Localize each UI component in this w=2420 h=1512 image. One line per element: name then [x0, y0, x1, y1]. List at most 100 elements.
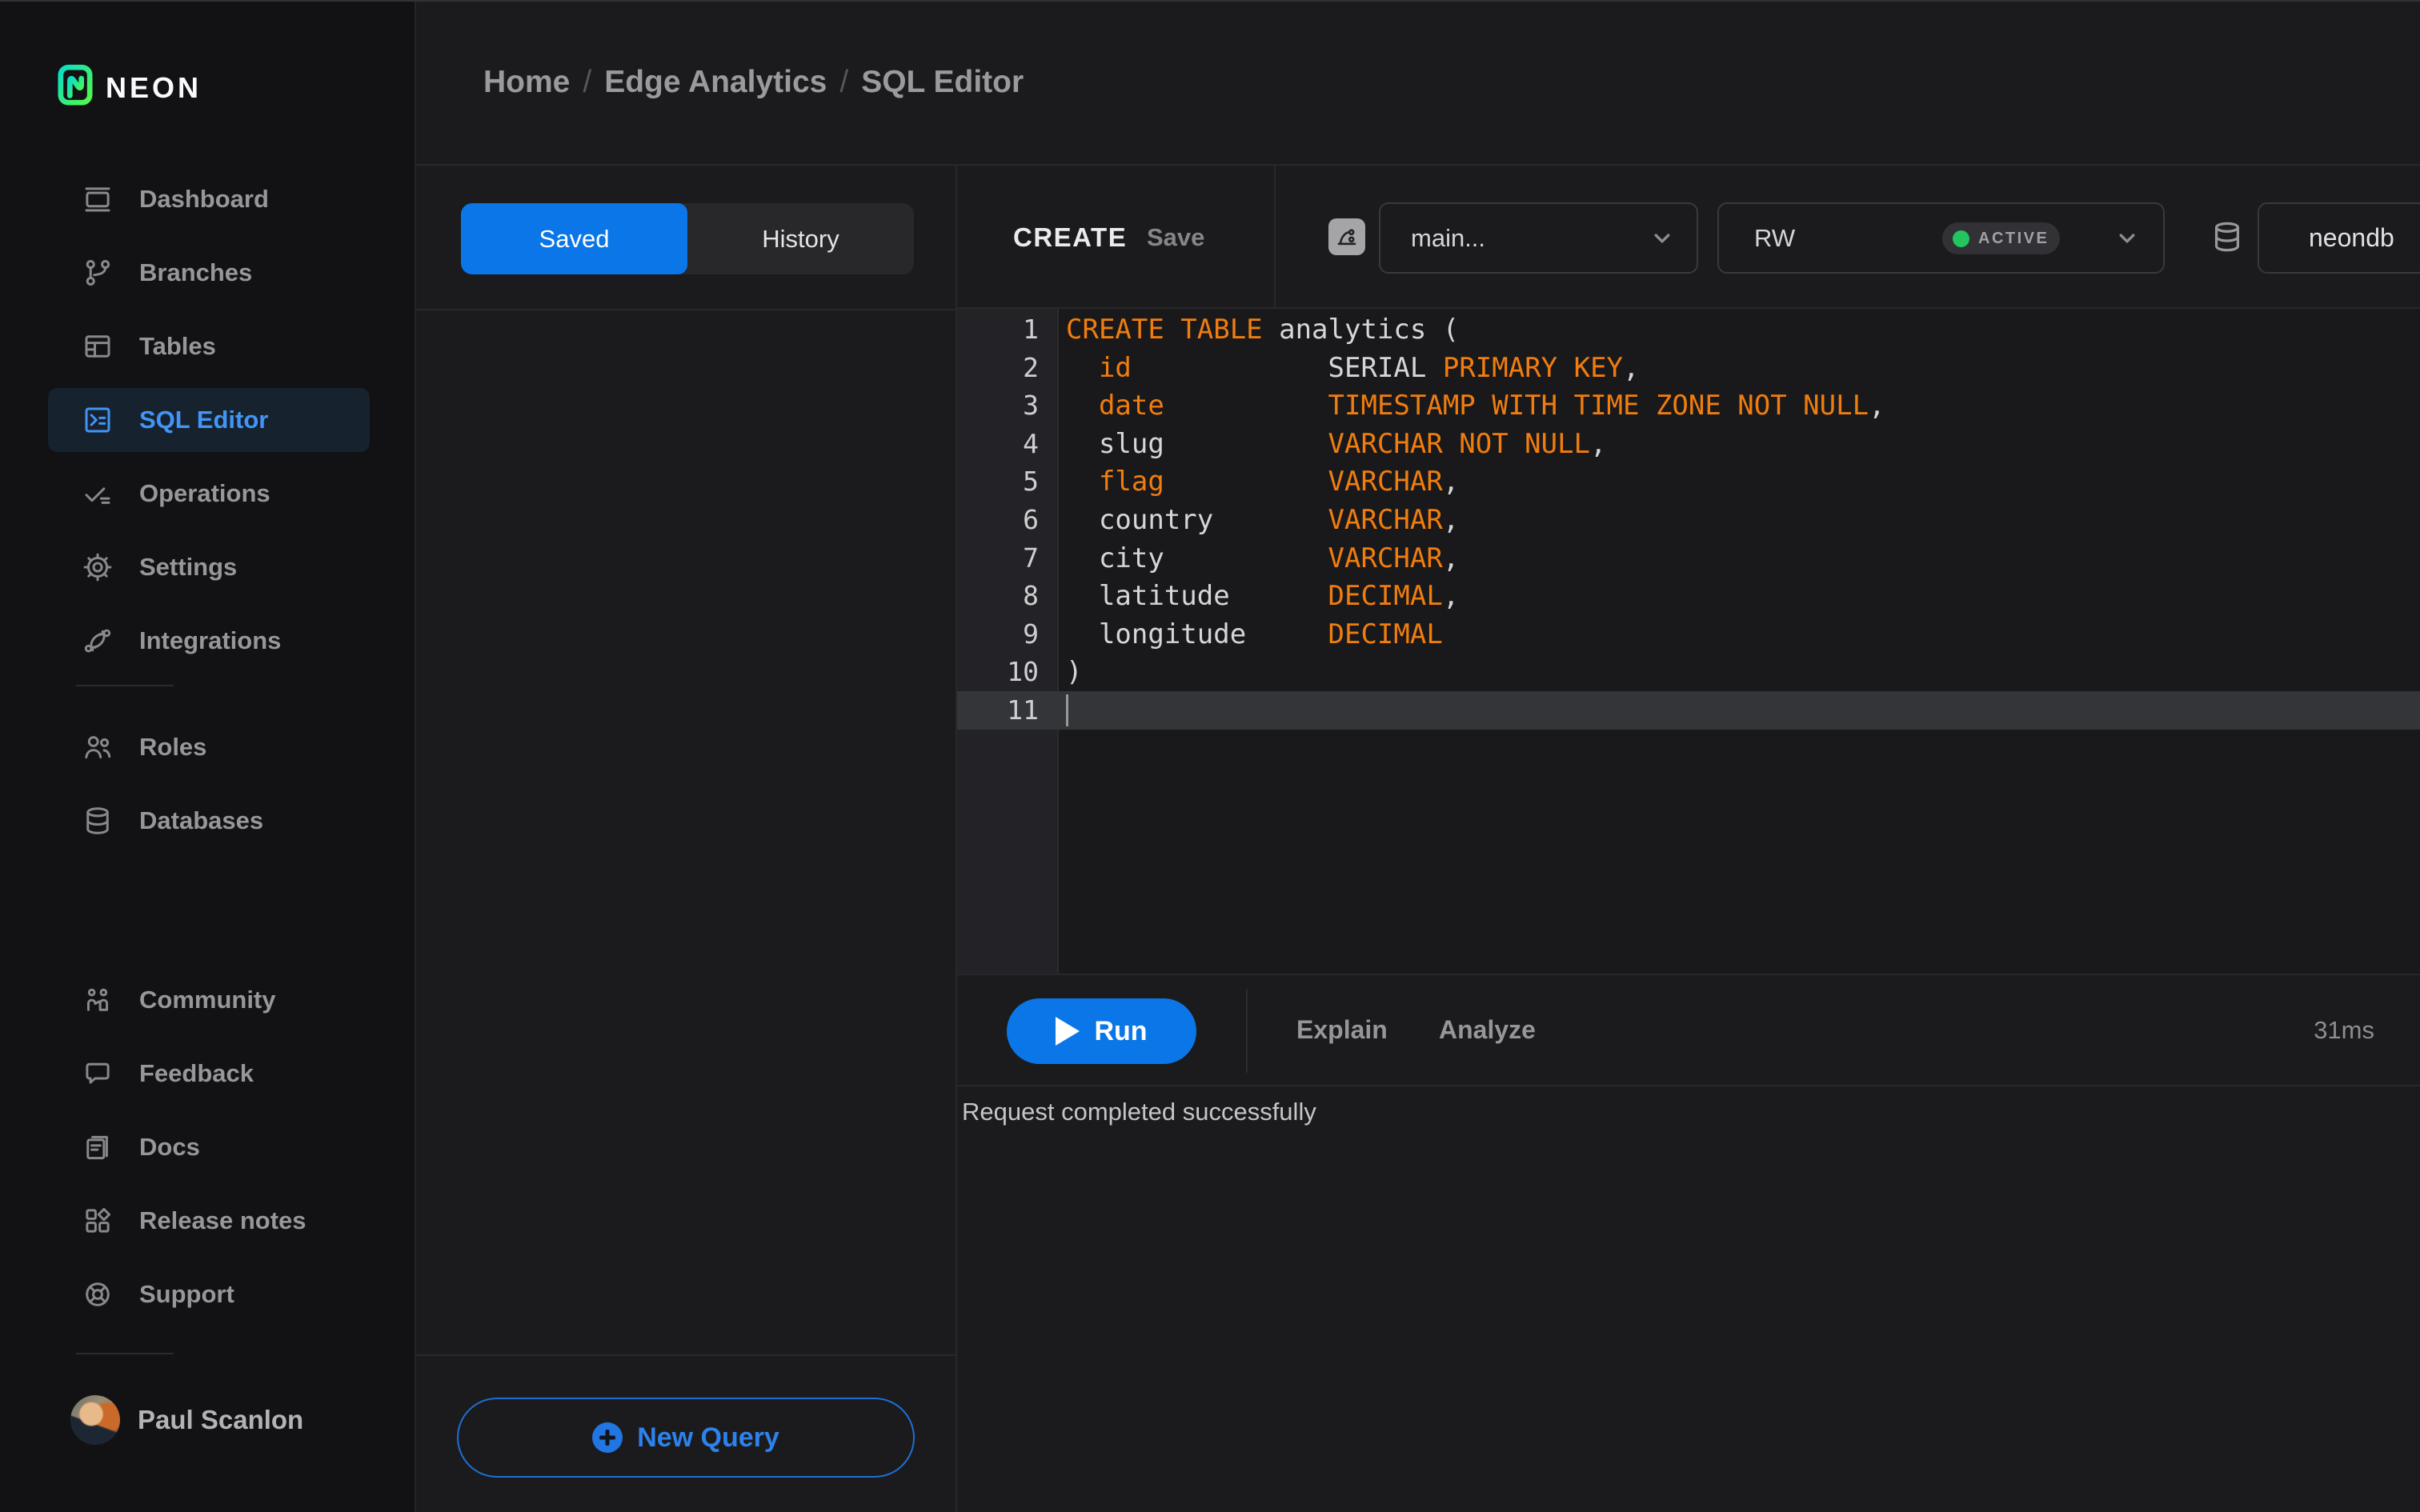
- sidebar-item-feedback[interactable]: Feedback: [48, 1042, 370, 1106]
- header: Home / Edge Analytics / SQL Editor: [416, 0, 2420, 166]
- queries-panel: Saved History New Query: [416, 166, 957, 1512]
- sidebar-item-label: Release notes: [139, 1206, 307, 1234]
- new-query-label: New Query: [637, 1422, 779, 1453]
- sidebar-item-tables[interactable]: Tables: [48, 314, 370, 378]
- sidebar-nav-db: Roles Databases: [48, 715, 370, 862]
- code-text: id SERIAL PRIMARY KEY,: [1098, 351, 1640, 384]
- active-status-label: ACTIVE: [1978, 229, 2049, 247]
- analyze-button[interactable]: Analyze: [1439, 975, 1536, 1085]
- code-text: country VARCHAR,: [1066, 504, 1460, 536]
- check-list-icon: [80, 476, 115, 511]
- line-number: 7: [1023, 542, 1039, 574]
- breadcrumb-project[interactable]: Edge Analytics: [604, 65, 827, 100]
- sidebar-item-dashboard[interactable]: Dashboard: [48, 167, 370, 231]
- sidebar-nav-main: Dashboard Branches Tables SQL Editor Operati…: [48, 167, 370, 682]
- queries-tabs-row: Saved History: [416, 166, 956, 310]
- sidebar-divider: [76, 1353, 174, 1354]
- new-query-button[interactable]: New Query: [457, 1398, 915, 1478]
- save-button[interactable]: Save: [1147, 166, 1204, 309]
- sidebar-item-sql-editor[interactable]: SQL Editor: [48, 388, 370, 452]
- line-number: 1: [1023, 314, 1039, 345]
- code-text: date TIMESTAMP WITH TIME ZONE NOT NULL,: [1098, 390, 1885, 422]
- compute-status-badge: ACTIVE: [1942, 222, 2060, 254]
- saved-queries-list: [416, 310, 956, 1356]
- query-duration: 31ms: [2314, 1015, 2374, 1044]
- code-line-1: 1 CREATE TABLE analytics (: [957, 310, 2420, 349]
- database-select-value: neondb: [2309, 223, 2394, 252]
- sidebar-item-release-notes[interactable]: Release notes: [48, 1189, 370, 1253]
- sidebar-item-community[interactable]: Community: [48, 968, 370, 1032]
- sidebar-item-settings[interactable]: Settings: [48, 535, 370, 599]
- code-editor[interactable]: 1 CREATE TABLE analytics (2 id SERIAL PRI…: [957, 309, 2420, 974]
- sidebar-item-docs[interactable]: Docs: [48, 1115, 370, 1179]
- sidebar-item-roles[interactable]: Roles: [48, 715, 370, 779]
- run-label: Run: [1094, 1015, 1148, 1046]
- compute-select[interactable]: RW ACTIVE: [1717, 202, 2165, 274]
- run-bar: Run Explain Analyze 31ms: [957, 974, 2420, 1086]
- tab-history[interactable]: History: [687, 203, 914, 274]
- run-bar-divider: [1246, 989, 1248, 1073]
- sidebar-item-databases[interactable]: Databases: [48, 789, 370, 853]
- chevron-down-icon: [2113, 225, 2141, 252]
- speech-bubble-icon: [80, 1056, 115, 1091]
- toolbar-divider: [1274, 166, 1276, 307]
- sidebar-item-operations[interactable]: Operations: [48, 462, 370, 526]
- editor-toolbar: CREATE Save main... RW ACTIVE neondb: [957, 166, 2420, 309]
- text-cursor: [1066, 694, 1068, 726]
- code-line-7: 7 city VARCHAR,: [957, 539, 2420, 578]
- dashboard-icon: [80, 182, 115, 217]
- sidebar-item-branches[interactable]: Branches: [48, 241, 370, 305]
- git-branch-icon: [1335, 225, 1359, 249]
- line-number: 6: [1023, 504, 1039, 535]
- sidebar-item-label: Databases: [139, 806, 264, 834]
- sidebar-item-label: Tables: [139, 332, 216, 360]
- code-line-5: 5 flag VARCHAR,: [957, 462, 2420, 501]
- line-number: 8: [1023, 580, 1039, 612]
- sidebar-item-label: Operations: [139, 479, 270, 507]
- code-line-3: 3 date TIMESTAMP WITH TIME ZONE NOT NULL…: [957, 386, 2420, 425]
- sidebar-item-label: Feedback: [139, 1059, 254, 1087]
- code-text: CREATE TABLE analytics (: [1066, 314, 1460, 346]
- code-line-11: 11: [957, 691, 2420, 730]
- breadcrumb-separator: /: [583, 64, 592, 99]
- branch-select-value: main...: [1411, 223, 1486, 252]
- sidebar-nav-help: Community Feedback Docs Release notes Suppor…: [48, 968, 370, 1336]
- branch-select[interactable]: main...: [1379, 202, 1698, 274]
- code-text: longitude DECIMAL: [1066, 618, 1443, 650]
- play-icon: [1056, 1017, 1080, 1046]
- sidebar-item-label: Settings: [139, 553, 238, 581]
- document-icon: [80, 1130, 115, 1165]
- branch-icon-button[interactable]: [1328, 218, 1365, 255]
- code-text: ): [1066, 656, 1083, 689]
- line-number: 3: [1023, 390, 1039, 422]
- breadcrumb: Home / Edge Analytics / SQL Editor: [483, 65, 1024, 100]
- user-menu[interactable]: Paul Scanlon: [70, 1395, 303, 1445]
- query-tab-create[interactable]: CREATE: [1013, 166, 1127, 309]
- sidebar-item-label: Branches: [139, 258, 253, 286]
- database-icon: [80, 803, 115, 838]
- sidebar-item-label: Roles: [139, 733, 207, 761]
- git-branch-icon: [80, 255, 115, 290]
- gear-icon: [80, 550, 115, 585]
- code-line-10: 10): [957, 653, 2420, 691]
- run-button[interactable]: Run: [1007, 998, 1196, 1064]
- code-text: city VARCHAR,: [1066, 542, 1460, 574]
- breadcrumb-current: SQL Editor: [861, 64, 1024, 99]
- code-line-8: 8 latitude DECIMAL,: [957, 577, 2420, 615]
- code-line-4: 4 slug VARCHAR NOT NULL,: [957, 425, 2420, 463]
- status-message: Request completed successfully: [962, 1098, 1316, 1126]
- sync-nodes-icon: [80, 623, 115, 658]
- tab-saved[interactable]: Saved: [461, 203, 687, 274]
- saved-history-toggle: Saved History: [461, 203, 914, 274]
- database-select[interactable]: neondb: [2258, 202, 2420, 274]
- breadcrumb-home[interactable]: Home: [483, 65, 570, 100]
- sidebar-item-support[interactable]: Support: [48, 1262, 370, 1326]
- explain-button[interactable]: Explain: [1296, 975, 1388, 1085]
- neon-logo[interactable]: NEON: [58, 62, 202, 114]
- code-text: flag VARCHAR,: [1098, 466, 1460, 498]
- avatar: [70, 1395, 120, 1445]
- code-text: slug VARCHAR NOT NULL,: [1066, 427, 1607, 460]
- terminal-icon: [80, 402, 115, 438]
- sidebar-item-integrations[interactable]: Integrations: [48, 609, 370, 673]
- sql-editor-panel: CREATE Save main... RW ACTIVE neondb 1 CR…: [957, 166, 2420, 1512]
